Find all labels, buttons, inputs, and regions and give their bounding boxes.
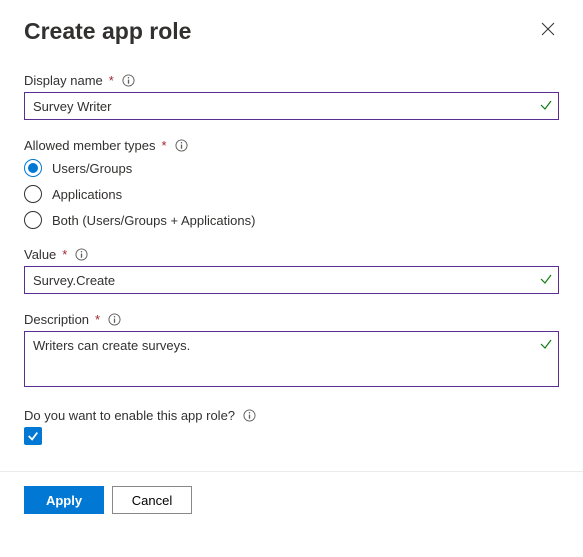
radio-applications[interactable]: Applications [24, 185, 559, 203]
apply-button[interactable]: Apply [24, 486, 104, 514]
close-button[interactable] [537, 18, 559, 43]
radio-icon [24, 211, 42, 229]
value-input[interactable] [24, 266, 559, 294]
radio-users-groups[interactable]: Users/Groups [24, 159, 559, 177]
close-icon [541, 24, 555, 39]
required-asterisk: * [95, 312, 100, 327]
cancel-button[interactable]: Cancel [112, 486, 192, 514]
description-input[interactable] [24, 331, 559, 387]
required-asterisk: * [62, 247, 67, 262]
enable-label: Do you want to enable this app role? [24, 408, 235, 423]
checkmark-icon [27, 430, 39, 442]
info-icon[interactable] [175, 139, 188, 152]
info-icon[interactable] [108, 313, 121, 326]
radio-both[interactable]: Both (Users/Groups + Applications) [24, 211, 559, 229]
radio-label: Applications [52, 187, 122, 202]
description-label: Description [24, 312, 89, 327]
info-icon[interactable] [243, 409, 256, 422]
enable-checkbox[interactable] [24, 427, 42, 445]
checkmark-icon [539, 98, 553, 115]
value-label: Value [24, 247, 56, 262]
radio-label: Users/Groups [52, 161, 132, 176]
info-icon[interactable] [122, 74, 135, 87]
display-name-input[interactable] [24, 92, 559, 120]
radio-label: Both (Users/Groups + Applications) [52, 213, 255, 228]
panel-title: Create app role [24, 18, 191, 45]
radio-icon [24, 185, 42, 203]
display-name-label: Display name [24, 73, 103, 88]
radio-icon [24, 159, 42, 177]
checkmark-icon [539, 272, 553, 289]
info-icon[interactable] [75, 248, 88, 261]
required-asterisk: * [162, 138, 167, 153]
member-types-label: Allowed member types [24, 138, 156, 153]
required-asterisk: * [109, 73, 114, 88]
checkmark-icon [539, 337, 553, 354]
